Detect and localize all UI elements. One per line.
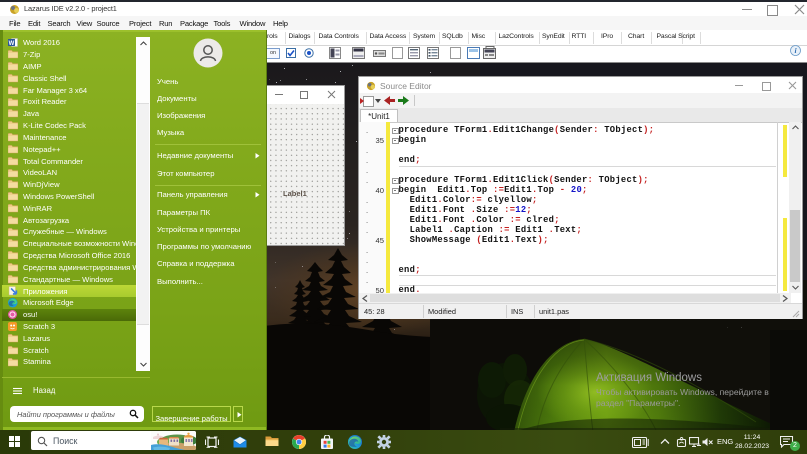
svg-text:W: W [9,41,15,47]
